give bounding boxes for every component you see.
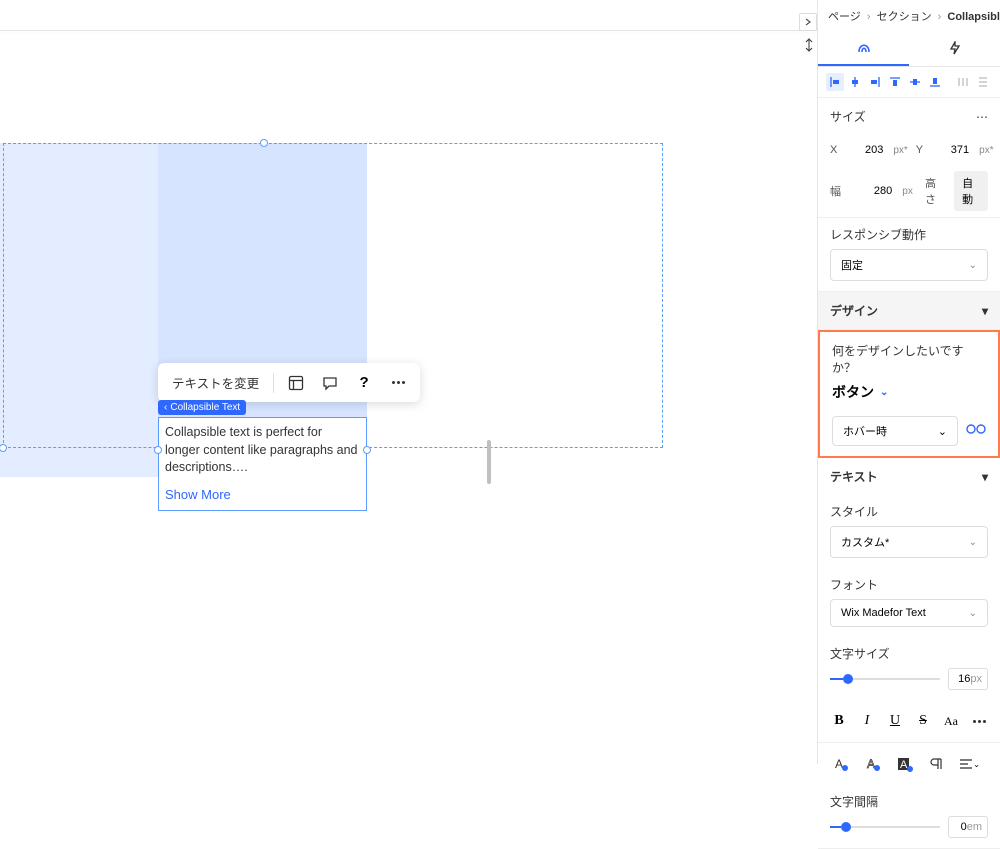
alignment-toolbar [818, 67, 1000, 98]
y-unit: px* [979, 145, 993, 156]
fontsize-label: 文字サイズ [818, 637, 1000, 664]
more-icon[interactable]: ⋯ [976, 110, 988, 124]
design-target-panel: 何をデザインしたいですか？ ボタン ⌄ ホバー時 ⌄ [818, 330, 1000, 458]
width-unit: px [902, 186, 917, 197]
responsive-dropdown[interactable]: 固定 ⌄ [830, 249, 988, 281]
y-label: Y [916, 144, 923, 156]
x-label: X [830, 144, 837, 156]
letterspacing-value[interactable]: 0em [948, 816, 988, 838]
state-dropdown[interactable]: ホバー時 ⌄ [832, 416, 958, 446]
chevron-down-icon: ⌄ [938, 425, 947, 438]
tab-design[interactable] [818, 30, 909, 66]
letterspacing-slider[interactable] [830, 820, 940, 834]
fontsize-value[interactable]: 16px [948, 668, 988, 690]
case-button[interactable]: Aa [942, 710, 960, 732]
distribute-v-icon[interactable] [974, 73, 992, 91]
height-label: 高さ [925, 175, 946, 207]
font-dropdown[interactable]: Wix Madefor Text ⌄ [830, 599, 988, 627]
scrollbar-thumb[interactable] [487, 440, 491, 484]
style-dropdown[interactable]: カスタム* ⌄ [830, 526, 988, 558]
width-input[interactable] [854, 182, 894, 200]
text-align-button[interactable]: ⌄ [958, 753, 980, 775]
element-tag[interactable]: Collapsible Text [158, 400, 246, 415]
chevron-down-icon: ⌄ [969, 537, 977, 548]
font-label: フォント [818, 568, 1000, 595]
more-format-icon[interactable] [970, 710, 988, 732]
y-input[interactable] [931, 141, 971, 159]
layout-icon[interactable] [284, 371, 308, 395]
strike-button[interactable]: S [914, 710, 932, 732]
x-unit: px* [893, 145, 907, 156]
svg-text:A: A [867, 757, 875, 771]
size-section-header: サイズ ⋯ [818, 98, 1000, 135]
width-label: 幅 [830, 183, 846, 199]
text-section-header[interactable]: テキスト ▾ [818, 458, 1000, 495]
chevron-down-icon: ⌄ [880, 387, 888, 398]
align-center-h-icon[interactable] [846, 73, 864, 91]
text-highlight-button[interactable]: A [894, 753, 916, 775]
align-bottom-icon[interactable] [926, 73, 944, 91]
underline-button[interactable]: U [886, 710, 904, 732]
text-outline-button[interactable]: A [862, 753, 884, 775]
svg-text:A: A [900, 759, 908, 771]
collapsible-text-element[interactable]: Collapsible text is perfect for longer c… [158, 417, 367, 511]
svg-text:A: A [835, 757, 843, 771]
inspector-tabs [818, 30, 1000, 67]
bold-button[interactable]: B [830, 710, 848, 732]
x-input[interactable] [845, 141, 885, 159]
breadcrumb-sep: › [938, 11, 942, 23]
show-more-link[interactable]: Show More [165, 487, 231, 502]
section-outline [3, 143, 663, 448]
breadcrumb: ページ › セクション › Collapsible Text [818, 0, 1000, 30]
align-center-v-icon[interactable] [906, 73, 924, 91]
inspector-panel: ページ › セクション › Collapsible Text サイズ ⋯ X [817, 0, 1000, 764]
chevron-down-icon: ⌄ [969, 608, 977, 619]
italic-button[interactable]: I [858, 710, 876, 732]
responsive-label: レスポンシブ動作 [818, 218, 1000, 245]
text-format-row: B I U S Aa [818, 700, 1000, 742]
align-left-icon[interactable] [826, 73, 844, 91]
design-question: 何をデザインしたいですか？ [820, 342, 998, 382]
distribute-h-icon[interactable] [954, 73, 972, 91]
cursor-indicator [802, 38, 816, 52]
handle-top[interactable] [260, 139, 268, 147]
collapsible-text-content: Collapsible text is perfect for longer c… [165, 424, 360, 477]
handle-e[interactable] [363, 446, 371, 454]
more-icon[interactable] [386, 371, 410, 395]
align-top-icon[interactable] [886, 73, 904, 91]
letterspacing-label: 文字間隔 [818, 785, 1000, 812]
style-label: スタイル [818, 495, 1000, 522]
chevron-down-icon: ⌄ [969, 260, 977, 271]
handle-w[interactable] [154, 446, 162, 454]
breadcrumb-page[interactable]: ページ [828, 11, 861, 23]
breadcrumb-section[interactable]: セクション [877, 11, 932, 23]
divider [273, 373, 274, 393]
breadcrumb-current: Collapsible Text [947, 11, 1000, 23]
breadcrumb-sep: › [867, 11, 871, 23]
chevron-down-icon: ▾ [982, 304, 988, 318]
canvas-divider [0, 30, 817, 31]
fontsize-slider[interactable] [830, 672, 940, 686]
height-value[interactable]: 自動 [954, 171, 988, 211]
change-text-button[interactable]: テキストを変更 [168, 369, 263, 396]
canvas[interactable]: テキストを変更 ? Collapsible Text Collapsible t… [0, 0, 817, 764]
design-target-dropdown[interactable]: ボタン ⌄ [820, 382, 998, 408]
transition-icon[interactable] [966, 421, 986, 441]
floating-toolbar: テキストを変更 ? [158, 363, 420, 402]
tab-interactions[interactable] [909, 30, 1000, 66]
chevron-down-icon: ▾ [982, 470, 988, 484]
design-section-header[interactable]: デザイン ▾ [818, 292, 1000, 329]
text-color-button[interactable]: A [830, 753, 852, 775]
comment-icon[interactable] [318, 371, 342, 395]
panel-collapse-toggle[interactable] [799, 13, 817, 31]
help-icon[interactable]: ? [352, 371, 376, 395]
text-direction-button[interactable] [926, 753, 948, 775]
align-right-icon[interactable] [866, 73, 884, 91]
